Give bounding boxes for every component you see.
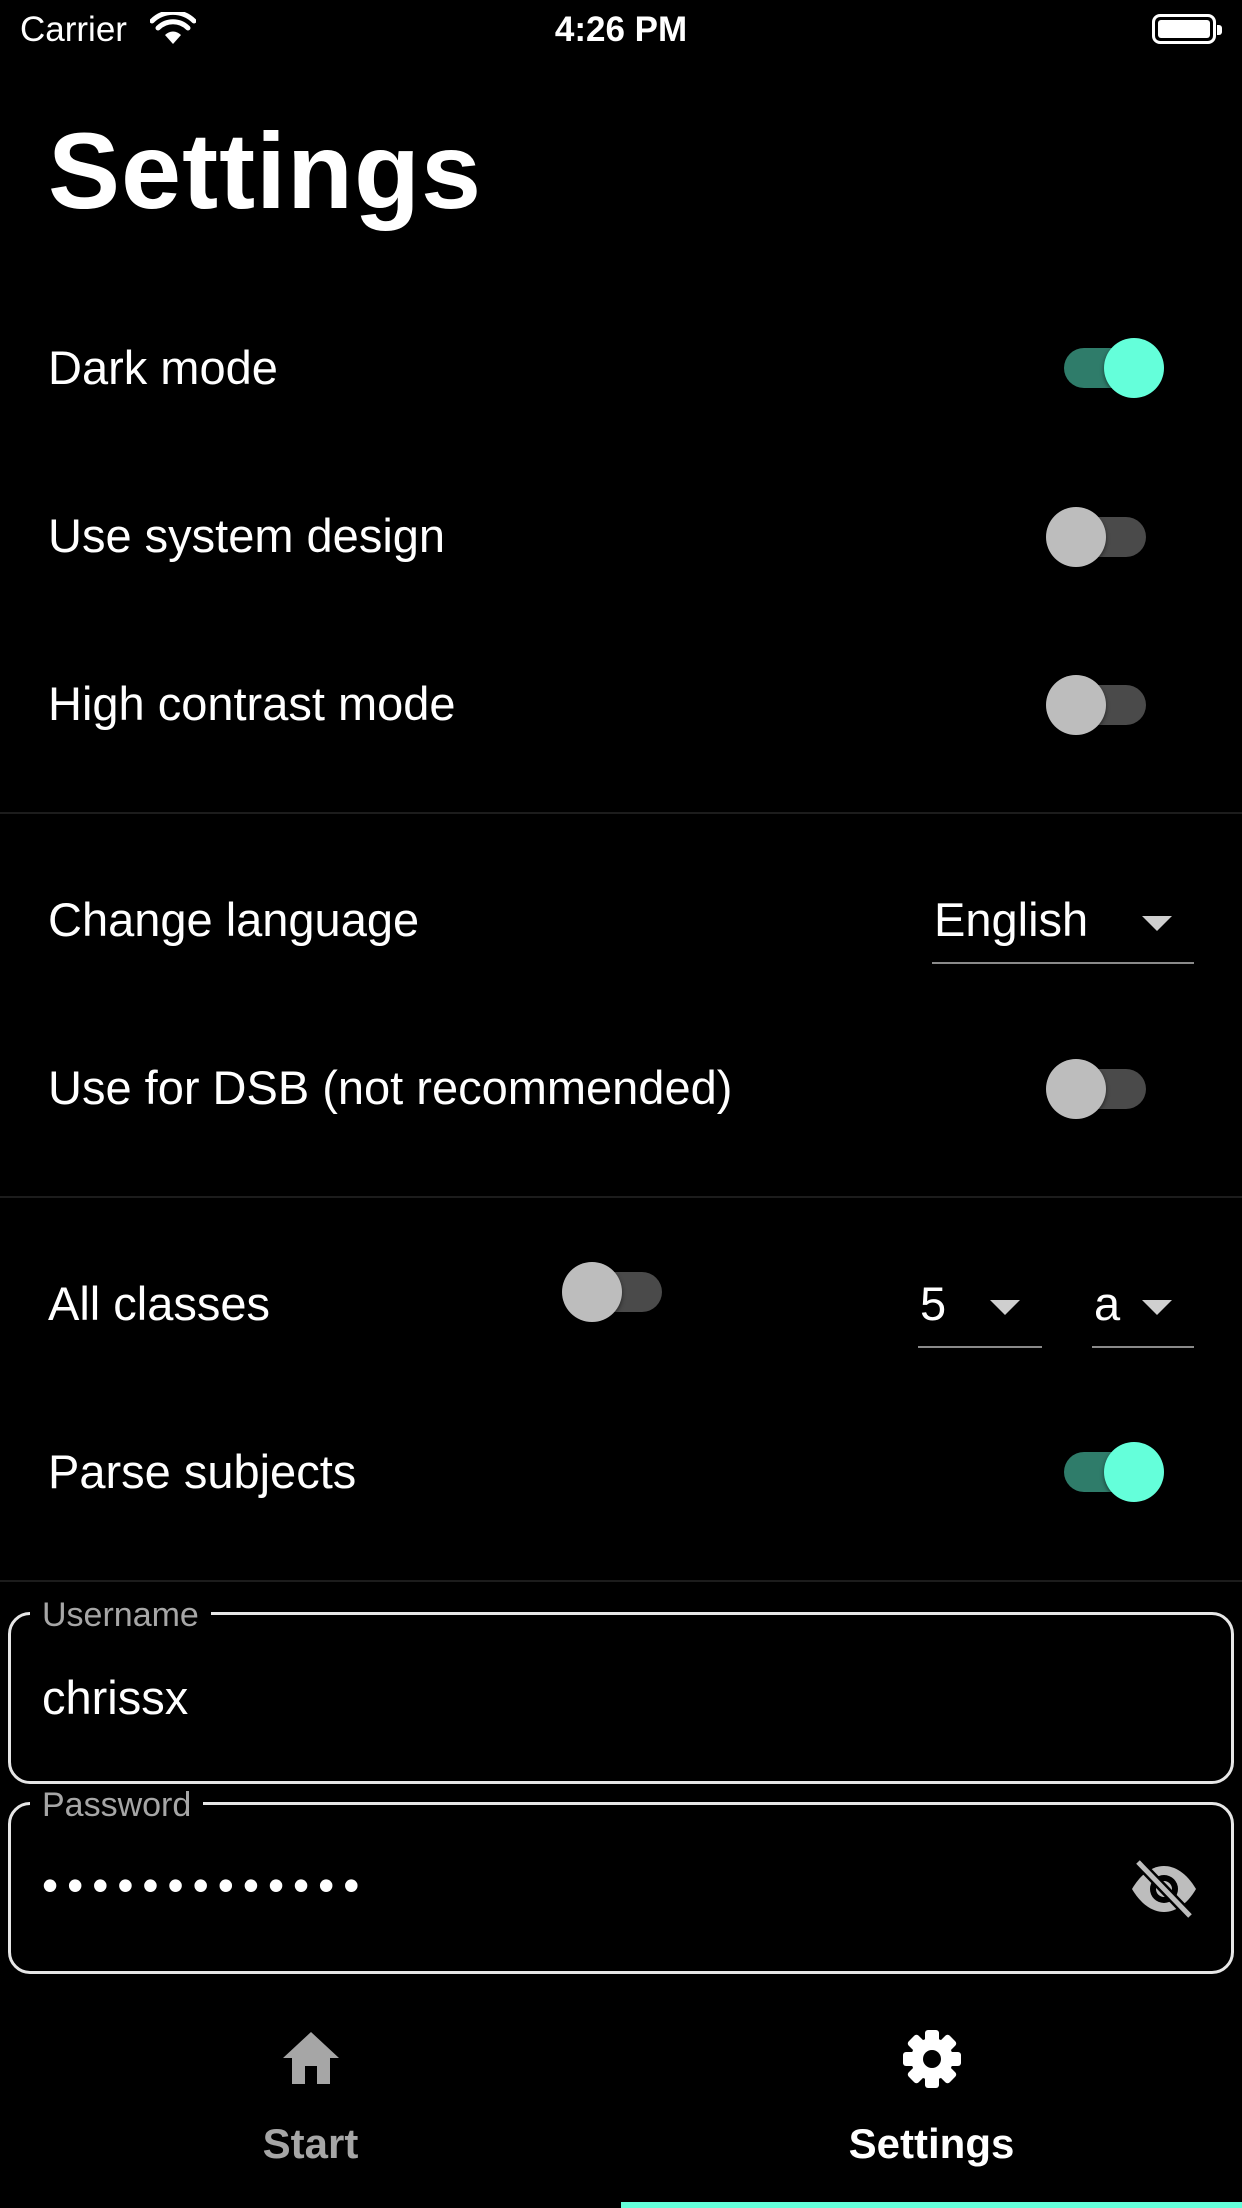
nav-item-start[interactable]: Start <box>0 2020 621 2208</box>
username-field[interactable] <box>8 1612 1234 1784</box>
username-value: chrissx <box>42 1671 189 1724</box>
battery-icon <box>1152 14 1222 44</box>
page-title: Settings <box>48 110 483 231</box>
dsb-label: Use for DSB (not recommended) <box>48 1061 733 1114</box>
grade-dropdown[interactable]: 5 <box>918 1276 1042 1348</box>
section-divider <box>0 812 1242 814</box>
language-value: English <box>934 893 1089 946</box>
nav-label-settings: Settings <box>848 2120 1015 2167</box>
password-label: Password <box>30 1786 204 1825</box>
section-divider <box>0 1580 1242 1582</box>
gear-icon <box>902 2030 961 2088</box>
status-time: 4:26 PM <box>554 10 688 49</box>
language-dropdown[interactable]: English <box>932 892 1194 964</box>
dark-mode-switch[interactable] <box>1056 338 1164 398</box>
chevron-down-icon <box>990 1300 1020 1315</box>
dark-mode-label: Dark mode <box>48 341 278 394</box>
class-letter-dropdown[interactable]: a <box>1092 1276 1194 1348</box>
class-letter-value: a <box>1094 1277 1121 1330</box>
system-design-switch[interactable] <box>1046 507 1154 567</box>
visibility-off-icon[interactable] <box>1128 1858 1200 1920</box>
section-divider <box>0 1196 1242 1198</box>
nav-item-settings[interactable]: Settings <box>621 2020 1242 2208</box>
chevron-down-icon <box>1142 1300 1172 1315</box>
all-classes-switch[interactable] <box>562 1262 670 1322</box>
high-contrast-switch[interactable] <box>1046 675 1154 735</box>
chevron-down-icon <box>1142 916 1172 931</box>
dsb-switch[interactable] <box>1046 1059 1154 1119</box>
parse-subjects-switch[interactable] <box>1056 1442 1164 1502</box>
home-icon <box>282 2032 339 2084</box>
all-classes-label: All classes <box>48 1277 271 1330</box>
nav-label-start: Start <box>262 2120 359 2167</box>
password-value: ••••••••••••• <box>42 1859 369 1911</box>
grade-value: 5 <box>920 1277 947 1330</box>
high-contrast-label: High contrast mode <box>48 677 456 730</box>
nav-active-indicator <box>621 2202 1242 2208</box>
system-design-label: Use system design <box>48 509 446 562</box>
username-label: Username <box>30 1596 211 1635</box>
parse-subjects-label: Parse subjects <box>48 1445 357 1498</box>
change-language-label: Change language <box>48 893 420 946</box>
